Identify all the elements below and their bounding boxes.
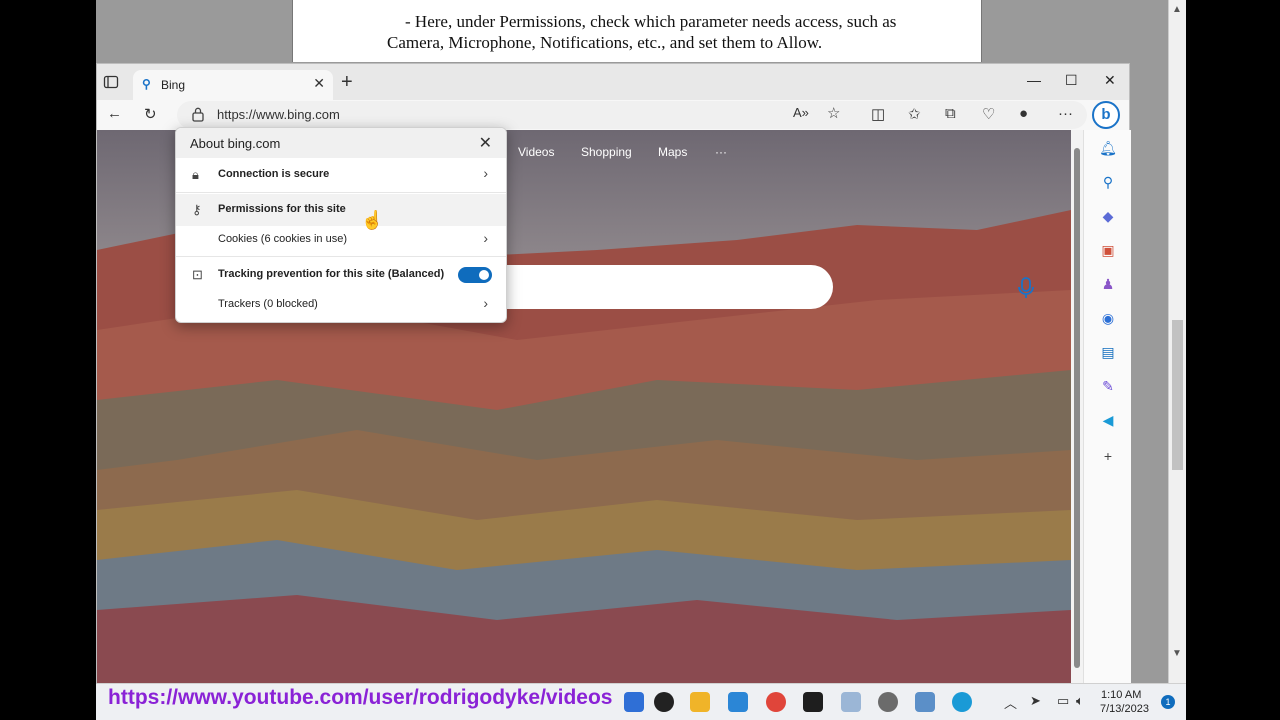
title-bar: ⚲ Bing ✕ + — ☐ ✕ (97, 64, 1129, 100)
scroll-down-icon[interactable]: ▼ (1172, 648, 1182, 659)
nav-more[interactable]: ··· (715, 145, 727, 159)
cookies-row[interactable]: Cookies (6 cookies in use) › (176, 224, 506, 256)
nav-maps[interactable]: Maps (658, 145, 687, 159)
collections-icon[interactable]: ⧉ (945, 105, 956, 122)
page-scrollbar[interactable] (1071, 130, 1083, 684)
add-sidebar-app-icon[interactable]: + (1098, 446, 1118, 466)
close-tab-icon[interactable]: ✕ (313, 75, 325, 92)
row-label: Cookies (6 cookies in use) (218, 233, 348, 245)
microphone-icon[interactable] (1017, 277, 1035, 299)
tab-actions-icon[interactable] (103, 74, 119, 90)
network-icon[interactable]: ▭ (1057, 693, 1069, 709)
outlook-icon[interactable]: ▤ (1098, 342, 1118, 362)
browser-toolbar: ← ↻ https://www.bing.com A» ☆ ◫ ✩ ⧉ ♡ ● … (97, 100, 1129, 130)
nav-videos[interactable]: Videos (518, 145, 554, 159)
scroll-up-icon[interactable]: ▲ (1172, 4, 1182, 15)
browser-tab[interactable]: ⚲ Bing ✕ (133, 70, 333, 100)
settings-gear-icon[interactable] (878, 692, 898, 712)
document-scrollbar[interactable]: ▲ ▼ (1168, 0, 1186, 700)
tab-title: Bing (161, 78, 186, 92)
row-label: Tracking prevention for this site (Balan… (218, 268, 445, 280)
app-icon[interactable] (728, 692, 748, 712)
row-label: Connection is secure (218, 168, 330, 180)
folder-icon[interactable] (690, 692, 710, 712)
divider (176, 256, 506, 257)
chevron-right-icon: › (483, 230, 488, 246)
shopping-tag-icon[interactable]: ◆ (1098, 206, 1118, 226)
screen: - Here, under Permissions, check which p… (0, 0, 1280, 720)
clock-time[interactable]: 1:10 AM (1101, 689, 1141, 701)
hand-cursor-icon: ☝ (361, 210, 384, 230)
document-text-line: - Here, under Permissions, check which p… (405, 12, 897, 31)
nav-shopping[interactable]: Shopping (581, 145, 632, 159)
url-text[interactable]: https://www.bing.com (217, 107, 340, 122)
drop-icon[interactable]: ◀ (1098, 410, 1118, 430)
media-player-icon[interactable] (654, 692, 674, 712)
divider (176, 192, 506, 193)
row-label: Trackers (0 blocked) (218, 298, 318, 310)
search-icon: ⚲ (142, 77, 151, 91)
youtube-channel-watermark: https://www.youtube.com/user/rodrigodyke… (108, 686, 613, 709)
chevron-right-icon: › (483, 165, 488, 181)
games-icon[interactable]: ♟ (1098, 274, 1118, 294)
toggle-knob (479, 270, 489, 280)
terminal-icon[interactable] (803, 692, 823, 712)
lock-icon[interactable] (191, 106, 205, 122)
close-icon[interactable]: ✕ (479, 133, 492, 153)
more-options-icon[interactable]: ··· (1058, 105, 1073, 122)
edge-icon[interactable] (952, 692, 972, 712)
tracking-prevention-toggle[interactable] (458, 267, 492, 283)
document-scrollbar-thumb[interactable] (1172, 320, 1183, 470)
flyout-header: About bing.com ✕ (176, 128, 506, 158)
bing-copilot-button[interactable]: b (1092, 101, 1120, 129)
browser-essentials-icon[interactable]: ♡ (982, 105, 995, 123)
profile-avatar-icon[interactable]: ● (1019, 105, 1028, 122)
chevron-right-icon: › (483, 295, 488, 311)
site-info-flyout: About bing.com ✕ 🔒︎ Connection is secure… (175, 127, 507, 323)
new-tab-button[interactable]: + (341, 71, 353, 94)
control-panel-icon[interactable] (915, 692, 935, 712)
tracking-prevention-row[interactable]: ⊡ Tracking prevention for this site (Bal… (176, 259, 506, 291)
key-icon: ⚷ (192, 202, 202, 217)
file-explorer-icon[interactable] (624, 692, 644, 712)
microsoft-365-icon[interactable]: ◉ (1098, 308, 1118, 328)
tracking-icon: ⊡ (192, 267, 203, 282)
permissions-row[interactable]: ⚷ Permissions for this site (176, 194, 506, 226)
search-icon[interactable]: ⚲ (1098, 172, 1118, 192)
designer-icon[interactable]: ✎ (1098, 376, 1118, 396)
read-aloud-icon[interactable]: A» (793, 105, 809, 120)
clock-date[interactable]: 7/13/2023 (1100, 703, 1149, 715)
close-window-button[interactable]: ✕ (1104, 72, 1116, 89)
favorite-star-icon[interactable]: ☆ (827, 104, 840, 122)
connection-secure-row[interactable]: 🔒︎ Connection is secure › (176, 159, 506, 191)
minimize-button[interactable]: — (1027, 72, 1041, 88)
favorites-icon[interactable]: ✩ (908, 105, 921, 123)
edge-sidebar: 🔔︎ ⚲ ◆ ▣ ♟ ◉ ▤ ✎ ◀ + (1083, 130, 1131, 684)
back-arrow-icon[interactable]: ← (107, 105, 122, 122)
document-text-line: Camera, Microphone, Notifications, etc.,… (387, 33, 823, 52)
chrome-icon[interactable] (766, 692, 786, 712)
trackers-row[interactable]: Trackers (0 blocked) › (176, 289, 506, 321)
maximize-button[interactable]: ☐ (1065, 72, 1078, 89)
lock-icon: 🔒︎ (192, 167, 199, 182)
refresh-icon[interactable]: ↻ (144, 105, 157, 123)
flyout-title: About bing.com (190, 136, 281, 151)
network-app-icon[interactable] (841, 692, 861, 712)
tools-icon[interactable]: ▣ (1098, 240, 1118, 260)
volume-icon[interactable]: 🔈︎ (1076, 693, 1084, 709)
page-scrollbar-thumb[interactable] (1074, 148, 1080, 668)
notification-badge[interactable]: 1 (1161, 695, 1175, 709)
bell-icon[interactable]: 🔔︎ (1098, 138, 1118, 158)
row-label: Permissions for this site (218, 203, 346, 215)
location-icon[interactable]: ➤ (1030, 693, 1041, 709)
chevron-up-icon[interactable]: ︿ (1004, 693, 1017, 712)
split-screen-icon[interactable]: ◫ (871, 105, 885, 123)
